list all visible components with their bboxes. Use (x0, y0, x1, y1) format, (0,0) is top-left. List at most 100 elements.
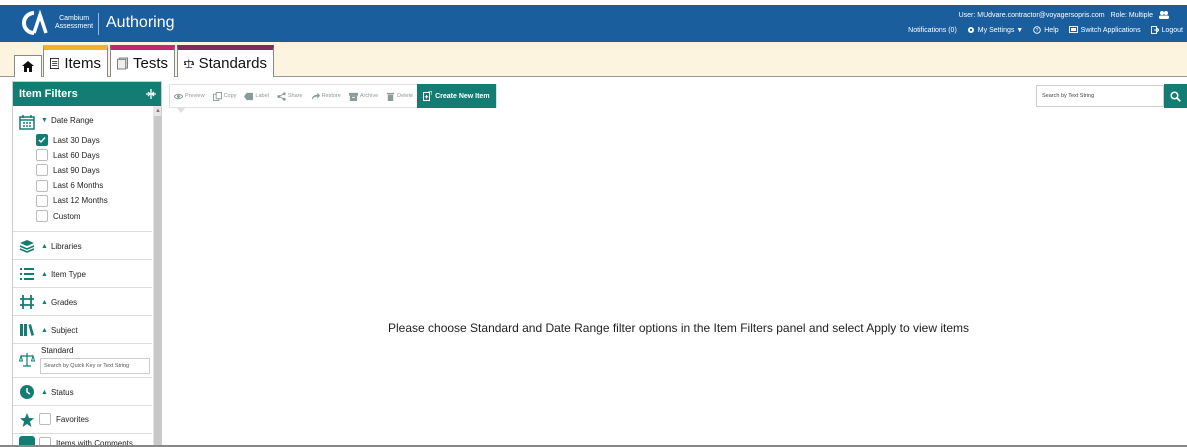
date-range-option[interactable]: Last 90 Days (36, 164, 100, 177)
date-range-label: Date Range (50, 116, 94, 125)
create-new-item-button[interactable]: Create New Item (417, 84, 496, 108)
create-new-item-label: Create New Item (435, 92, 490, 100)
tab-standards[interactable]: Standards (177, 45, 274, 77)
users-icon (1159, 11, 1169, 19)
trash-icon (387, 92, 395, 101)
tab-tests[interactable]: Tests (110, 45, 175, 77)
date-range-option[interactable]: Last 30 Days (36, 134, 100, 146)
filters-title: Item Filters (19, 88, 78, 100)
text-search-input[interactable]: Search by Text String (1036, 85, 1164, 107)
collapsed-icon: ▲ (41, 327, 48, 334)
logout-label: Logout (1161, 26, 1183, 34)
preview-button[interactable]: Preview (170, 85, 209, 107)
tab-tests-label: Tests (132, 55, 168, 72)
grades-section[interactable]: ▲ Grades (13, 288, 152, 316)
my-settings-label: My Settings ▼ (977, 26, 1024, 34)
standard-label: Standard (41, 346, 74, 355)
date-range-option[interactable]: Custom (36, 210, 81, 222)
switch-applications-link[interactable]: Switch Applications (1068, 26, 1141, 34)
libraries-section[interactable]: ▲ Libraries (13, 232, 152, 260)
cambium-logo-icon (22, 9, 48, 35)
logo-text: Cambium Assessment (55, 15, 94, 30)
favorites-section: Favorites (13, 406, 152, 434)
date-range-option[interactable]: Last 12 Months (36, 194, 108, 207)
user-email: User: MUdvare.contractor@voyagersopris.c… (958, 11, 1105, 19)
archive-icon (348, 92, 358, 101)
tab-bar: Items Tests Standards (0, 42, 1187, 77)
item-type-section[interactable]: ▲ Item Type (13, 260, 152, 288)
share-label: Share (287, 93, 303, 99)
date-range-checkbox[interactable] (36, 134, 48, 146)
scale-icon (184, 59, 194, 68)
switch-apps-label: Switch Applications (1080, 26, 1141, 34)
logo-divider (98, 13, 99, 35)
scroll-thumb[interactable] (154, 116, 161, 446)
gear-icon (967, 27, 974, 33)
search-button[interactable] (1164, 84, 1187, 108)
expand-icon: ▼ (41, 117, 48, 124)
notifications-link[interactable]: Notifications (0) (908, 27, 957, 34)
subject-section[interactable]: ▲ Subject (13, 316, 152, 344)
switch-apps-icon (1068, 26, 1078, 33)
documents-icon (117, 57, 128, 70)
date-range-checkbox[interactable] (36, 179, 48, 192)
share-button[interactable]: Share (273, 85, 307, 107)
item-filters-panel: Item Filters ▲ ▼ Date Range Last 30 Days… (12, 81, 162, 447)
date-range-option[interactable]: Last 60 Days (36, 149, 100, 162)
archive-label: Archive (359, 93, 379, 99)
standard-search-input[interactable]: Search by Quick Key or Text String (40, 358, 150, 374)
date-range-option[interactable]: Last 6 Months (36, 179, 103, 192)
list-icon (20, 268, 34, 280)
filters-header: Item Filters (13, 82, 161, 106)
subject-label: Subject (50, 326, 78, 335)
date-range-checkbox[interactable] (36, 149, 48, 162)
tab-items-label: Items (64, 55, 101, 72)
date-range-section: ▼ Date Range Last 30 Days Last 60 Days Las… (13, 106, 152, 232)
my-settings-menu[interactable]: My Settings ▼ (967, 26, 1023, 34)
new-item-icon (423, 91, 433, 101)
copy-label: Copy (223, 93, 237, 99)
user-role[interactable]: Role: Multiple (1111, 12, 1153, 19)
delete-button[interactable]: Delete (382, 85, 417, 107)
restore-button[interactable]: Restore (307, 85, 345, 107)
date-range-option-label: Last 90 Days (53, 165, 100, 175)
favorites-label: Favorites (56, 414, 89, 424)
logout-link[interactable]: Logout (1150, 26, 1183, 34)
archive-button[interactable]: Archive (345, 85, 382, 107)
delete-label: Delete (397, 93, 414, 99)
item-type-label: Item Type (50, 270, 86, 279)
scroll-up-icon[interactable]: ▲ (155, 108, 161, 114)
date-range-option-label: Last 30 Days (53, 135, 100, 145)
favorites-checkbox[interactable] (39, 413, 51, 425)
tab-home[interactable] (14, 55, 42, 77)
collapsed-icon: ▲ (41, 389, 48, 396)
date-range-option-label: Last 60 Days (53, 150, 100, 160)
app-title: Authoring (106, 14, 175, 31)
help-label: Help (1044, 26, 1059, 34)
date-range-checkbox[interactable] (36, 210, 48, 222)
books-stack-icon (19, 240, 35, 253)
date-range-checkbox[interactable] (36, 164, 48, 177)
scale-icon (19, 353, 35, 367)
date-range-toggle[interactable]: ▼ Date Range (41, 116, 94, 125)
label-button[interactable]: Label (240, 85, 272, 107)
clock-icon (20, 385, 34, 399)
status-section[interactable]: ▲ Status (13, 378, 152, 406)
help-link[interactable]: ? Help (1033, 26, 1059, 34)
favorites-checkbox-row[interactable]: Favorites (39, 413, 89, 425)
tag-icon (244, 92, 254, 100)
filters-scrollbar[interactable]: ▲ (153, 106, 161, 446)
tab-items[interactable]: Items (43, 45, 108, 77)
restore-icon (311, 91, 320, 100)
copy-button[interactable]: Copy (209, 85, 241, 107)
search-icon (1170, 90, 1181, 102)
date-range-checkbox[interactable] (36, 194, 48, 207)
preview-label: Preview (185, 93, 205, 99)
collapse-panel-icon[interactable] (145, 88, 157, 100)
restore-label: Restore (321, 93, 341, 99)
libraries-label: Libraries (50, 242, 82, 251)
toolbar-pointer (176, 107, 186, 113)
document-icon (50, 57, 60, 70)
authoring-app: Cambium Assessment Authoring User: MUdva… (0, 0, 1187, 447)
item-toolbar: Preview Copy Label Share Restore Archive… (169, 84, 497, 108)
